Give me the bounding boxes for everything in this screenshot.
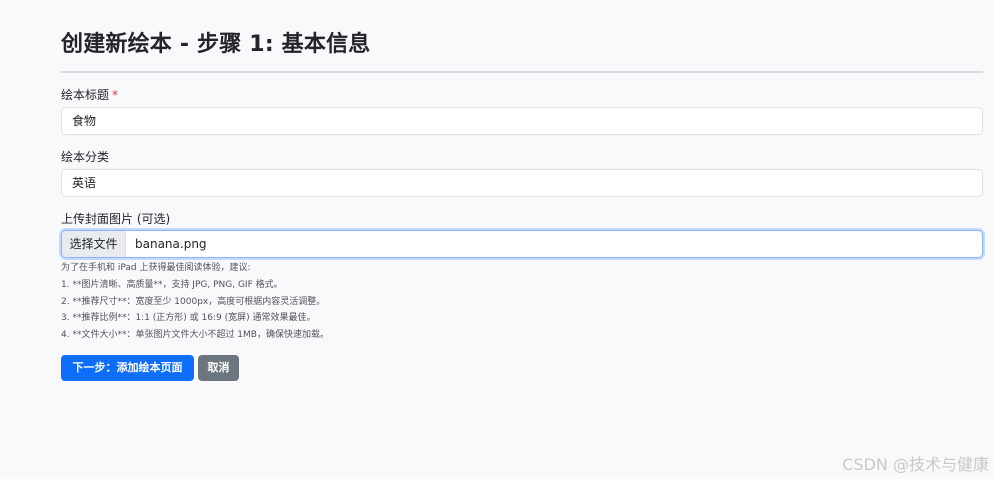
title-input-value: 食物: [72, 114, 97, 128]
page-title: 创建新绘本 - 步骤 1: 基本信息: [61, 32, 371, 57]
cover-help-text: 为了在手机和 iPad 上获得最佳阅读体验，建议: 1. **图片清晰、高质量*…: [61, 260, 329, 344]
help-line: 4. **文件大小**：单张图片文件大小不超过 1MB，确保快速加载。: [61, 330, 329, 341]
title-label: 绘本标题 *: [61, 86, 118, 103]
help-line: 1. **图片清晰、高质量**，支持 JPG, PNG, GIF 格式。: [61, 279, 283, 290]
required-mark: *: [112, 88, 119, 102]
watermark: CSDN @技术与健康: [842, 455, 989, 474]
cover-file-input[interactable]: 选择文件 banana.png: [61, 230, 983, 258]
category-input[interactable]: 英语: [61, 169, 983, 197]
category-label: 绘本分类: [61, 150, 110, 164]
selected-file-name: banana.png: [135, 237, 207, 251]
category-input-value: 英语: [72, 176, 97, 190]
title-input[interactable]: 食物: [61, 107, 983, 135]
title-divider: [61, 71, 983, 73]
help-line: 2. **推荐尺寸**：宽度至少 1000px，高度可根据内容灵活调整。: [61, 296, 326, 307]
next-step-button[interactable]: 下一步：添加绘本页面: [61, 355, 194, 381]
title-label-text: 绘本标题: [61, 88, 110, 102]
page: 创建新绘本 - 步骤 1: 基本信息 绘本标题 * 食物 绘本分类 英语 上传封面…: [0, 0, 993, 479]
help-line: 为了在手机和 iPad 上获得最佳阅读体验，建议:: [61, 263, 251, 273]
choose-file-button[interactable]: 选择文件: [62, 231, 126, 257]
cancel-button[interactable]: 取消: [198, 355, 239, 381]
help-line: 3. **推荐比例**：1:1 (正方形) 或 16:9 (宽屏) 通常效果最佳…: [61, 313, 316, 324]
cover-label: 上传封面图片 (可选): [61, 212, 171, 226]
